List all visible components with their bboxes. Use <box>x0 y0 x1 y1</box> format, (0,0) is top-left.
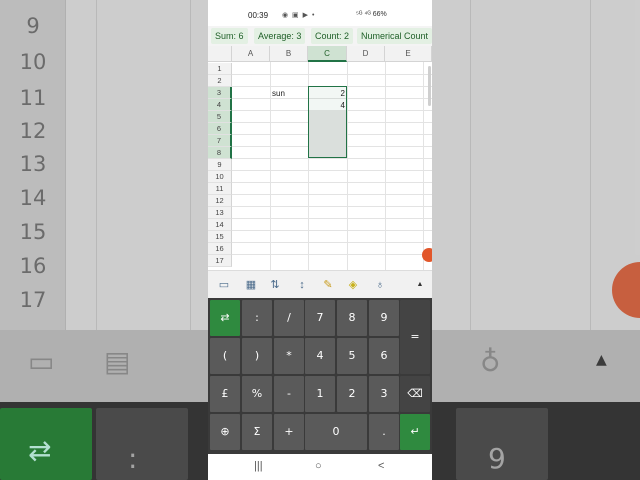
gridline <box>347 62 348 270</box>
cell-c3[interactable]: 2 <box>310 88 345 100</box>
status-icons: ◉ ▣ ▶ • <box>282 12 316 19</box>
expand-up-icon[interactable]: ▲ <box>413 278 427 292</box>
gridline <box>232 242 432 243</box>
two-key[interactable]: 2 <box>337 376 367 412</box>
row-header[interactable]: 15 <box>208 231 232 243</box>
pound-key[interactable]: £ <box>210 376 240 412</box>
fill-color-icon[interactable]: ◈ <box>346 278 360 292</box>
cell-c4[interactable]: 4 <box>310 100 345 112</box>
edit-icon[interactable]: ✎ <box>321 278 335 292</box>
decimal-key[interactable]: . <box>369 414 399 450</box>
lightbulb-icon[interactable]: ♁ <box>373 278 387 292</box>
row-header[interactable]: 13 <box>208 207 232 219</box>
gridline <box>232 206 432 207</box>
select-all-corner[interactable] <box>208 46 232 62</box>
gridline <box>232 254 432 255</box>
row-header[interactable]: 10 <box>208 171 232 183</box>
row-header[interactable]: 14 <box>208 219 232 231</box>
numerical-count-pill[interactable]: Numerical Count <box>357 28 432 44</box>
gridline <box>232 218 432 219</box>
row-header[interactable]: 3 <box>208 87 232 99</box>
four-key[interactable]: 4 <box>305 338 335 374</box>
table-icon[interactable]: ▦ <box>244 278 258 292</box>
colon-key[interactable]: : <box>242 300 272 336</box>
comment-icon[interactable]: ▭ <box>217 278 231 292</box>
status-bar: 00:39 ◉ ▣ ▶ • ⁵ᴳ ⁴ᴳ 66% <box>208 0 432 26</box>
vertical-scrollbar[interactable] <box>428 66 431 106</box>
selection-summary-bar: Sum: 6 Average: 3 Count: 2 Numerical Cou… <box>208 26 432 46</box>
five-key[interactable]: 5 <box>337 338 367 374</box>
nine-key[interactable]: 9 <box>369 300 399 336</box>
count-pill[interactable]: Count: 2 <box>311 28 354 44</box>
cell-b3[interactable]: sun <box>272 88 285 100</box>
column-header-c[interactable]: C <box>308 46 347 62</box>
status-signal-battery: ⁵ᴳ ⁴ᴳ 66% <box>356 11 387 18</box>
home-button[interactable]: ○ <box>315 460 322 472</box>
tab-key[interactable]: ⇄ <box>210 300 240 336</box>
gridline <box>423 62 424 270</box>
row-height-icon[interactable]: ↕ <box>295 278 309 292</box>
six-key[interactable]: 6 <box>369 338 399 374</box>
minus-key[interactable]: - <box>274 376 304 412</box>
autosum-key[interactable]: Σ <box>242 414 272 450</box>
one-key[interactable]: 1 <box>305 376 335 412</box>
plus-key[interactable]: + <box>274 414 304 450</box>
average-pill[interactable]: Average: 3 <box>254 28 306 44</box>
multiply-key[interactable]: * <box>274 338 304 374</box>
numeric-keypad: ⇄ : / 7 8 9 = ( ) * 4 5 6 £ % - 1 2 3 ⌫ … <box>208 298 432 454</box>
android-nav-bar: ||| ○ < <box>208 454 432 480</box>
row-header[interactable]: 4 <box>208 99 232 111</box>
column-header-e[interactable]: E <box>385 46 432 62</box>
row-header[interactable]: 12 <box>208 195 232 207</box>
sort-icon[interactable]: ⇅ <box>268 278 282 292</box>
row-header[interactable]: 11 <box>208 183 232 195</box>
sum-pill[interactable]: Sum: 6 <box>211 28 248 44</box>
percent-key[interactable]: % <box>242 376 272 412</box>
gridline <box>232 74 432 75</box>
row-header[interactable]: 17 <box>208 255 232 267</box>
row-header[interactable]: 8 <box>208 147 232 159</box>
gridline <box>385 62 386 270</box>
row-header[interactable]: 9 <box>208 159 232 171</box>
divide-key[interactable]: / <box>274 300 304 336</box>
row-header[interactable]: 16 <box>208 243 232 255</box>
row-header[interactable]: 7 <box>208 135 232 147</box>
close-paren-key[interactable]: ) <box>242 338 272 374</box>
gridline <box>232 194 432 195</box>
bottom-toolbar: ▭ ▦ ⇅ ↕ ✎ ◈ ♁ ▲ <box>208 270 432 298</box>
row-header[interactable]: 5 <box>208 111 232 123</box>
column-header-d[interactable]: D <box>347 46 385 62</box>
floating-record-bubble[interactable] <box>422 248 432 262</box>
column-header-a[interactable]: A <box>232 46 270 62</box>
eight-key[interactable]: 8 <box>337 300 367 336</box>
gridline <box>270 62 271 270</box>
seven-key[interactable]: 7 <box>305 300 335 336</box>
row-header[interactable]: 6 <box>208 123 232 135</box>
column-header-b[interactable]: B <box>270 46 308 62</box>
gridline <box>232 170 432 171</box>
enter-key[interactable]: ↵ <box>400 414 430 450</box>
backspace-key[interactable]: ⌫ <box>400 376 430 412</box>
status-time: 00:39 <box>248 11 269 20</box>
back-button[interactable]: < <box>378 460 384 472</box>
zero-key[interactable]: 0 <box>305 414 367 450</box>
three-key[interactable]: 3 <box>369 376 399 412</box>
row-header[interactable]: 2 <box>208 75 232 87</box>
row-header[interactable]: 1 <box>208 63 232 75</box>
recents-button[interactable]: ||| <box>254 460 263 472</box>
spreadsheet-grid[interactable]: A B C D E 1 2 3 4 5 6 7 8 9 10 11 12 13 … <box>208 46 432 270</box>
equals-key[interactable]: = <box>400 300 430 374</box>
phone-screen: 00:39 ◉ ▣ ▶ • ⁵ᴳ ⁴ᴳ 66% Sum: 6 Average: … <box>208 0 432 480</box>
gridline <box>232 158 432 159</box>
gridline <box>232 230 432 231</box>
function-key[interactable]: ⊕ <box>210 414 240 450</box>
gridline <box>232 182 432 183</box>
open-paren-key[interactable]: ( <box>210 338 240 374</box>
